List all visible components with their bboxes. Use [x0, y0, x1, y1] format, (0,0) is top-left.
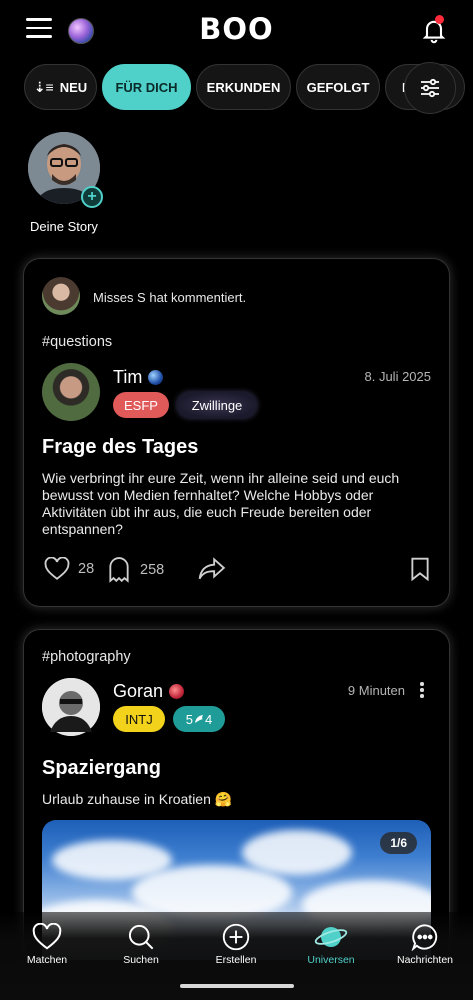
add-story-button[interactable]: +: [81, 186, 103, 208]
author-avatar[interactable]: [42, 363, 100, 421]
app-logo: BOO: [199, 12, 274, 46]
sliders-icon: [421, 78, 439, 98]
planet-icon: [314, 927, 348, 947]
photo-counter: 1/6: [380, 832, 417, 854]
filter-settings-button[interactable]: [404, 62, 456, 114]
more-options-icon[interactable]: [419, 682, 425, 698]
author-avatar[interactable]: [42, 678, 100, 736]
tab-fuer-dich[interactable]: FÜR DICH: [102, 64, 191, 110]
tab-gefolgt[interactable]: GEFOLGT: [296, 64, 380, 110]
plus-circle-icon: [222, 923, 250, 951]
tab-neu[interactable]: ⇣≡ NEU: [24, 64, 97, 110]
post-hashtag[interactable]: #photography: [42, 649, 131, 665]
zodiac-badge[interactable]: Zwillinge: [177, 392, 257, 418]
author-name[interactable]: Tim: [113, 367, 164, 388]
notification-badge: [435, 15, 444, 24]
heart-icon: [32, 923, 62, 950]
nav-matchen[interactable]: Matchen: [2, 922, 92, 966]
share-icon: [198, 557, 226, 580]
post-date: 8. Juli 2025: [364, 369, 432, 384]
post-card[interactable]: Misses S hat kommentiert. #questions Tim…: [24, 259, 449, 606]
nav-erstellen[interactable]: Erstellen: [191, 922, 281, 966]
bookmark-button[interactable]: [410, 557, 430, 581]
home-indicator[interactable]: [180, 984, 294, 988]
personality-badge[interactable]: INTJ: [113, 706, 165, 732]
nav-label: Nachrichten: [396, 954, 454, 966]
enneagram-badge[interactable]: 5 4: [173, 706, 225, 732]
story-label: Deine Story: [30, 219, 98, 234]
share-button[interactable]: [198, 557, 226, 581]
post-body: Wie verbringt ihr eure Zeit, wenn ihr al…: [42, 470, 400, 537]
comment-button[interactable]: 258: [108, 557, 164, 583]
nav-label: Suchen: [123, 954, 159, 966]
nav-nachrichten[interactable]: Nachrichten: [380, 922, 470, 966]
chat-bubble-icon: [411, 924, 438, 951]
planet-icon: [169, 684, 185, 699]
search-icon: [128, 924, 154, 950]
comment-count: 258: [140, 562, 165, 578]
like-count: 28: [78, 561, 95, 577]
author-name[interactable]: Goran: [113, 681, 185, 702]
post-title: Frage des Tages: [42, 436, 199, 458]
wing-icon: [195, 715, 203, 723]
bookmark-icon: [411, 557, 429, 581]
sort-icon: ⇣≡: [33, 78, 54, 95]
nav-suchen[interactable]: Suchen: [96, 922, 186, 966]
personality-badge[interactable]: ESFP: [113, 392, 169, 418]
nav-label: Erstellen: [215, 954, 257, 966]
post-date: 9 Minuten: [347, 683, 405, 698]
globe-icon: [148, 370, 164, 385]
nav-universen[interactable]: Universen: [286, 922, 376, 966]
nav-label: Matchen: [26, 954, 68, 966]
tab-erkunden[interactable]: ERKUNDEN: [196, 64, 291, 110]
post-title: Spaziergang: [42, 757, 161, 779]
nav-label: Universen: [307, 954, 355, 966]
like-button[interactable]: 28: [44, 557, 94, 581]
commenter-avatar[interactable]: [42, 277, 80, 315]
post-actions: 28 258: [42, 557, 432, 583]
ghost-comment-icon: [109, 557, 129, 583]
heart-icon: [44, 557, 70, 580]
post-card[interactable]: #photography Goran 9 Minuten INTJ 5 4 Sp…: [24, 630, 449, 960]
comment-notice: Misses S hat kommentiert.: [93, 290, 247, 305]
post-hashtag[interactable]: #questions: [42, 334, 112, 350]
app-header: BOO: [0, 0, 473, 62]
post-body: Urlaub zuhause in Kroatien 🤗: [42, 791, 233, 807]
